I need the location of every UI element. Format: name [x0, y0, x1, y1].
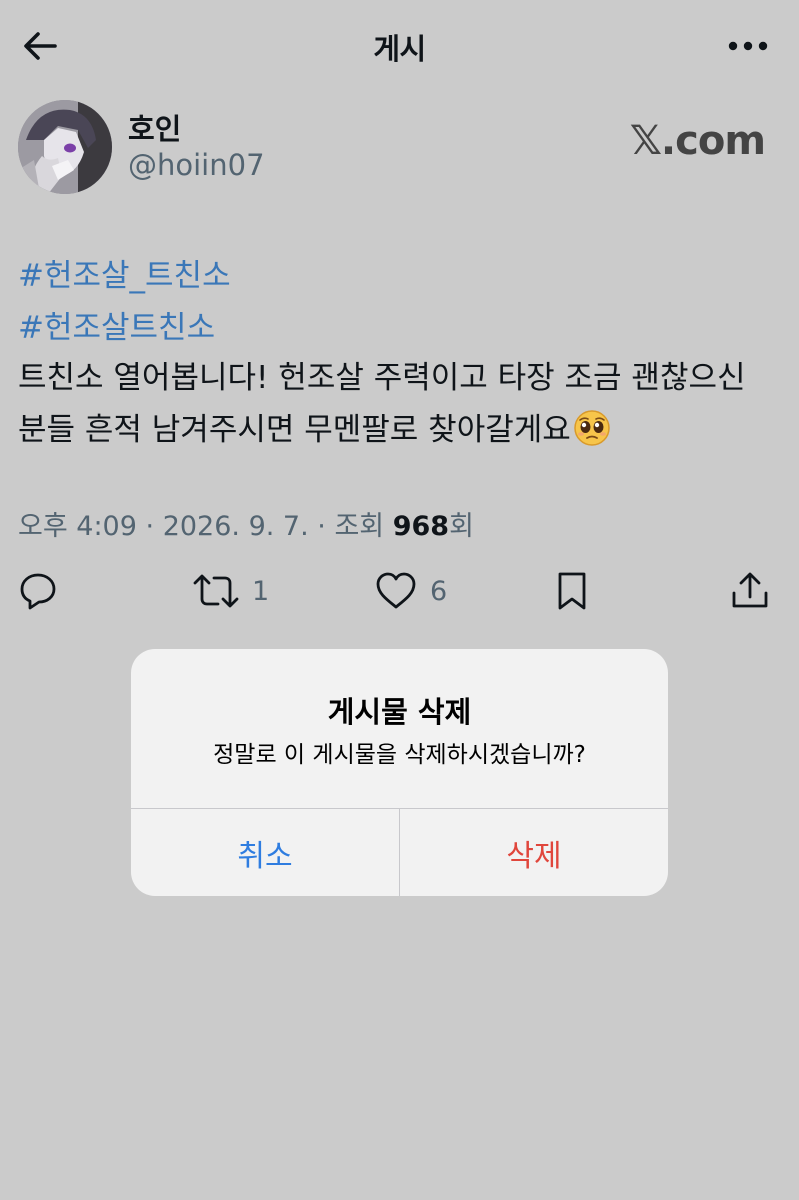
share-icon [732, 572, 768, 608]
retweet-icon [193, 574, 239, 608]
like-button[interactable]: 6 [374, 566, 447, 616]
retweet-button[interactable]: 1 [192, 566, 269, 616]
more-dots-icon [728, 41, 768, 51]
post-date: 2026. 9. 7. [162, 511, 309, 542]
reply-button[interactable] [18, 566, 58, 616]
views-count: 968 [392, 511, 450, 542]
more-button[interactable] [725, 28, 771, 64]
post-meta: 오후 4:09 · 2026. 9. 7. · 조회 968회 [18, 504, 474, 543]
pleading-face-emoji [573, 409, 611, 447]
post-detail-screen: 게시 호인 @hoiin07 𝕏.com #헌조살_트친소 #헌조살트친소 트친… [0, 0, 799, 1200]
meta-separator: · [317, 511, 326, 542]
hashtag-link[interactable]: #헌조살_트친소 [18, 250, 231, 295]
page-title: 게시 [373, 32, 426, 66]
meta-separator: · [145, 511, 155, 542]
views-suffix: 회 [449, 511, 474, 542]
avatar[interactable] [18, 100, 112, 194]
avatar-image [18, 100, 112, 194]
views-label: 조회 [334, 511, 385, 542]
post-text: 트친소 열어봅니다! 헌조살 주력이고 타장 조금 괜찮으신 분들 흔적 남겨주… [18, 352, 778, 456]
share-button[interactable] [730, 566, 770, 616]
delete-button[interactable]: 삭제 [400, 809, 668, 896]
retweet-count: 1 [252, 575, 270, 607]
top-bar: 게시 [0, 0, 799, 92]
hashtag-link[interactable]: #헌조살트친소 [18, 302, 215, 347]
dialog-message: 정말로 이 게시물을 삭제하시겠습니까? [213, 742, 586, 768]
author-display-name[interactable]: 호인 [128, 106, 181, 148]
post-text-content: 트친소 열어봅니다! 헌조살 주력이고 타장 조금 괜찮으신 분들 흔적 남겨주… [18, 360, 746, 448]
post-time: 오후 4:09 [18, 511, 137, 542]
bookmark-button[interactable] [552, 566, 592, 616]
bookmark-icon [558, 572, 586, 610]
cancel-button[interactable]: 취소 [131, 809, 400, 896]
reply-icon [20, 573, 56, 610]
x-brand-watermark: 𝕏.com [629, 118, 766, 164]
like-count: 6 [430, 575, 448, 607]
dialog-button-row: 취소 삭제 [131, 808, 668, 896]
heart-icon [376, 572, 416, 609]
dialog-title: 게시물 삭제 [327, 695, 472, 729]
delete-confirm-dialog: 게시물 삭제 정말로 이 게시물을 삭제하시겠습니까? 취소 삭제 [131, 649, 668, 896]
author-handle[interactable]: @hoiin07 [128, 148, 265, 182]
